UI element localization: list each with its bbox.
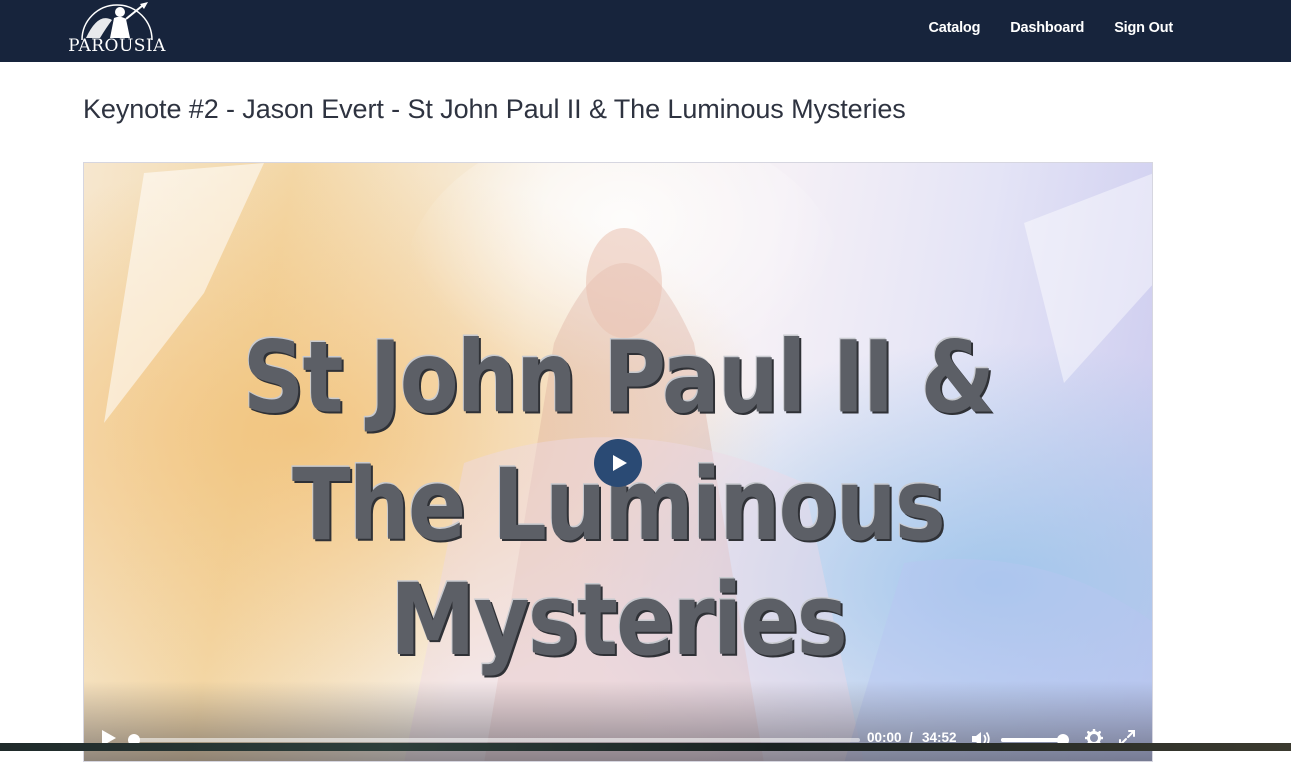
seek-bar[interactable]	[128, 734, 860, 746]
logo-text: PAROUSIA	[68, 36, 166, 56]
page-title: Keynote #2 - Jason Evert - St John Paul …	[83, 94, 906, 124]
site-logo[interactable]: PAROUSIA	[62, 0, 172, 58]
big-play-button[interactable]	[594, 439, 642, 487]
top-navbar: PAROUSIA Catalog Dashboard Sign Out	[0, 0, 1291, 62]
video-frame-title-line1: St John Paul II &	[242, 320, 996, 436]
angel-logo-icon	[81, 2, 153, 40]
page-bottom-background	[0, 743, 1291, 751]
nav-link-dashboard[interactable]: Dashboard	[1010, 20, 1084, 36]
video-player[interactable]: St John Paul II & The Luminous Mysteries…	[83, 162, 1153, 762]
volume-slider[interactable]	[1001, 734, 1069, 746]
play-icon	[613, 455, 627, 471]
nav-link-sign-out[interactable]: Sign Out	[1114, 20, 1173, 36]
nav-links: Catalog Dashboard Sign Out	[928, 20, 1173, 36]
volume-level	[1001, 738, 1063, 742]
nav-link-catalog[interactable]: Catalog	[928, 20, 980, 36]
